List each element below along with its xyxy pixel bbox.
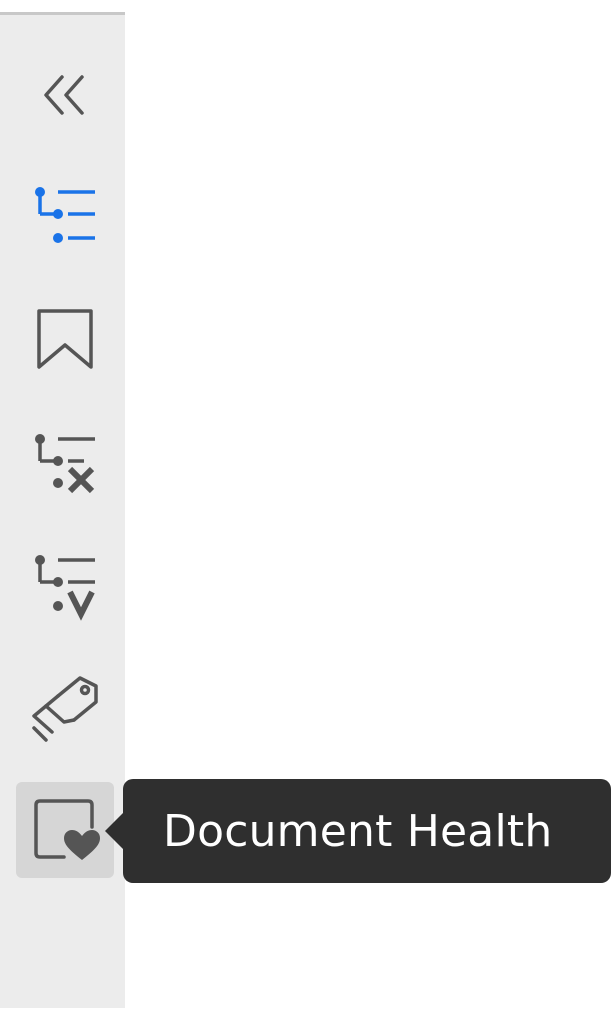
outline-v-icon (35, 555, 95, 621)
bookmarks-button[interactable] (16, 291, 114, 387)
outline-button[interactable] (16, 167, 114, 263)
tooltip: Document Health (105, 779, 611, 883)
bookmark-icon (37, 309, 93, 369)
tags-icon (32, 676, 98, 742)
outline-remove-button[interactable] (16, 415, 114, 511)
sidebar (0, 12, 125, 1008)
outline-x-icon (35, 434, 95, 494)
outline-tree-icon (35, 187, 95, 243)
tags-button[interactable] (16, 661, 114, 757)
tooltip-label: Document Health (163, 805, 553, 857)
document-health-icon (34, 799, 100, 860)
double-chevron-left-icon (44, 75, 84, 115)
outline-validate-button[interactable] (16, 537, 114, 633)
collapse-sidebar-button[interactable] (16, 47, 114, 143)
page: Document Health (0, 0, 613, 1025)
document-health-button[interactable] (16, 782, 114, 878)
